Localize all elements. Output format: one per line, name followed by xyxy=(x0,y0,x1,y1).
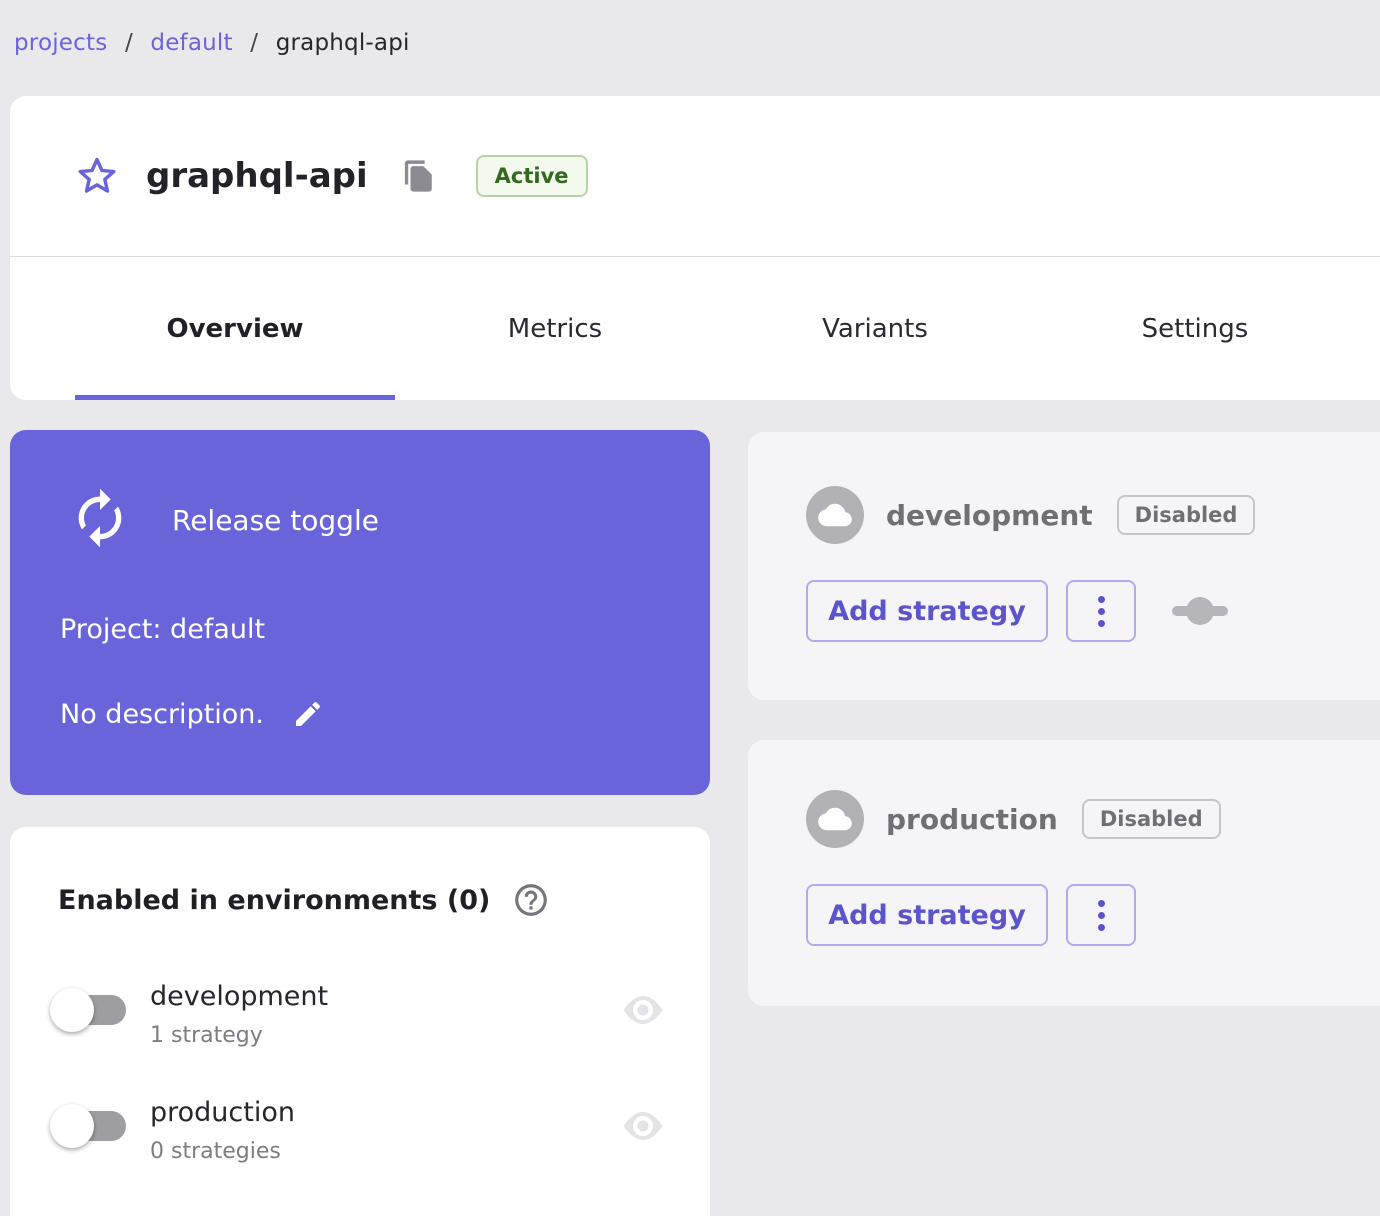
toggle-project-label: Project: default xyxy=(60,614,266,645)
tab-overview[interactable]: Overview xyxy=(75,314,395,344)
active-tab-indicator xyxy=(75,395,395,400)
breadcrumb-separator: / xyxy=(124,30,133,56)
environment-name: production xyxy=(150,1097,295,1128)
enabled-environments-title: Enabled in environments (0) xyxy=(58,884,491,916)
feature-overview-card: Release toggle Project: default No descr… xyxy=(10,430,710,795)
help-icon[interactable] xyxy=(512,881,550,919)
status-badge: Active xyxy=(475,155,588,197)
production-toggle-switch[interactable] xyxy=(50,1103,128,1149)
kebab-icon xyxy=(1097,899,1105,907)
more-actions-button[interactable] xyxy=(1066,884,1136,946)
environment-toggle-icon[interactable] xyxy=(1172,594,1228,628)
edit-description-icon[interactable] xyxy=(292,698,324,730)
add-strategy-button[interactable]: Add strategy xyxy=(806,884,1048,946)
breadcrumb-current: graphql-api xyxy=(275,30,410,56)
environment-card-production: production Disabled Add strategy xyxy=(748,740,1380,1006)
feature-toggle-page: projects / default / graphql-api graphql… xyxy=(0,0,1380,1216)
environment-name: development xyxy=(150,981,329,1012)
environment-card-name: production xyxy=(886,802,1058,836)
favorite-star-icon[interactable] xyxy=(74,153,120,199)
strategy-count: 1 strategy xyxy=(150,1023,263,1048)
environment-row-development: development 1 strategy xyxy=(50,973,680,1065)
environment-status-badge: Disabled xyxy=(1116,495,1256,535)
enabled-environments-panel: Enabled in environments (0) development … xyxy=(10,827,710,1216)
toggle-type-label: Release toggle xyxy=(172,504,379,537)
tab-settings[interactable]: Settings xyxy=(1035,314,1355,344)
visibility-eye-icon[interactable] xyxy=(620,1111,666,1141)
cloud-icon xyxy=(806,486,864,544)
page-title: graphql-api xyxy=(146,156,368,196)
development-toggle-switch[interactable] xyxy=(50,987,128,1033)
environment-status-badge: Disabled xyxy=(1081,799,1221,839)
feature-header-card: graphql-api Active Overview Metrics Vari… xyxy=(10,96,1380,400)
tab-variants[interactable]: Variants xyxy=(715,314,1035,344)
tab-metrics[interactable]: Metrics xyxy=(395,314,715,344)
tab-bar: Overview Metrics Variants Settings xyxy=(10,257,1380,400)
kebab-icon xyxy=(1097,595,1105,603)
environment-card-development: development Disabled Add strategy xyxy=(748,432,1380,700)
environment-row-production: production 0 strategies xyxy=(50,1089,680,1181)
release-toggle-icon xyxy=(68,486,132,554)
more-actions-button[interactable] xyxy=(1066,580,1136,642)
copy-name-icon[interactable] xyxy=(402,159,436,193)
breadcrumb-link-default[interactable]: default xyxy=(150,30,232,56)
environment-card-name: development xyxy=(886,498,1093,532)
visibility-eye-icon[interactable] xyxy=(620,995,666,1025)
toggle-description: No description. xyxy=(60,698,265,730)
breadcrumb: projects / default / graphql-api xyxy=(14,30,410,56)
breadcrumb-link-projects[interactable]: projects xyxy=(14,30,107,56)
add-strategy-button[interactable]: Add strategy xyxy=(806,580,1048,642)
strategy-count: 0 strategies xyxy=(150,1139,281,1164)
feature-title-row: graphql-api Active xyxy=(10,96,1380,256)
cloud-icon xyxy=(806,790,864,848)
breadcrumb-separator: / xyxy=(250,30,259,56)
